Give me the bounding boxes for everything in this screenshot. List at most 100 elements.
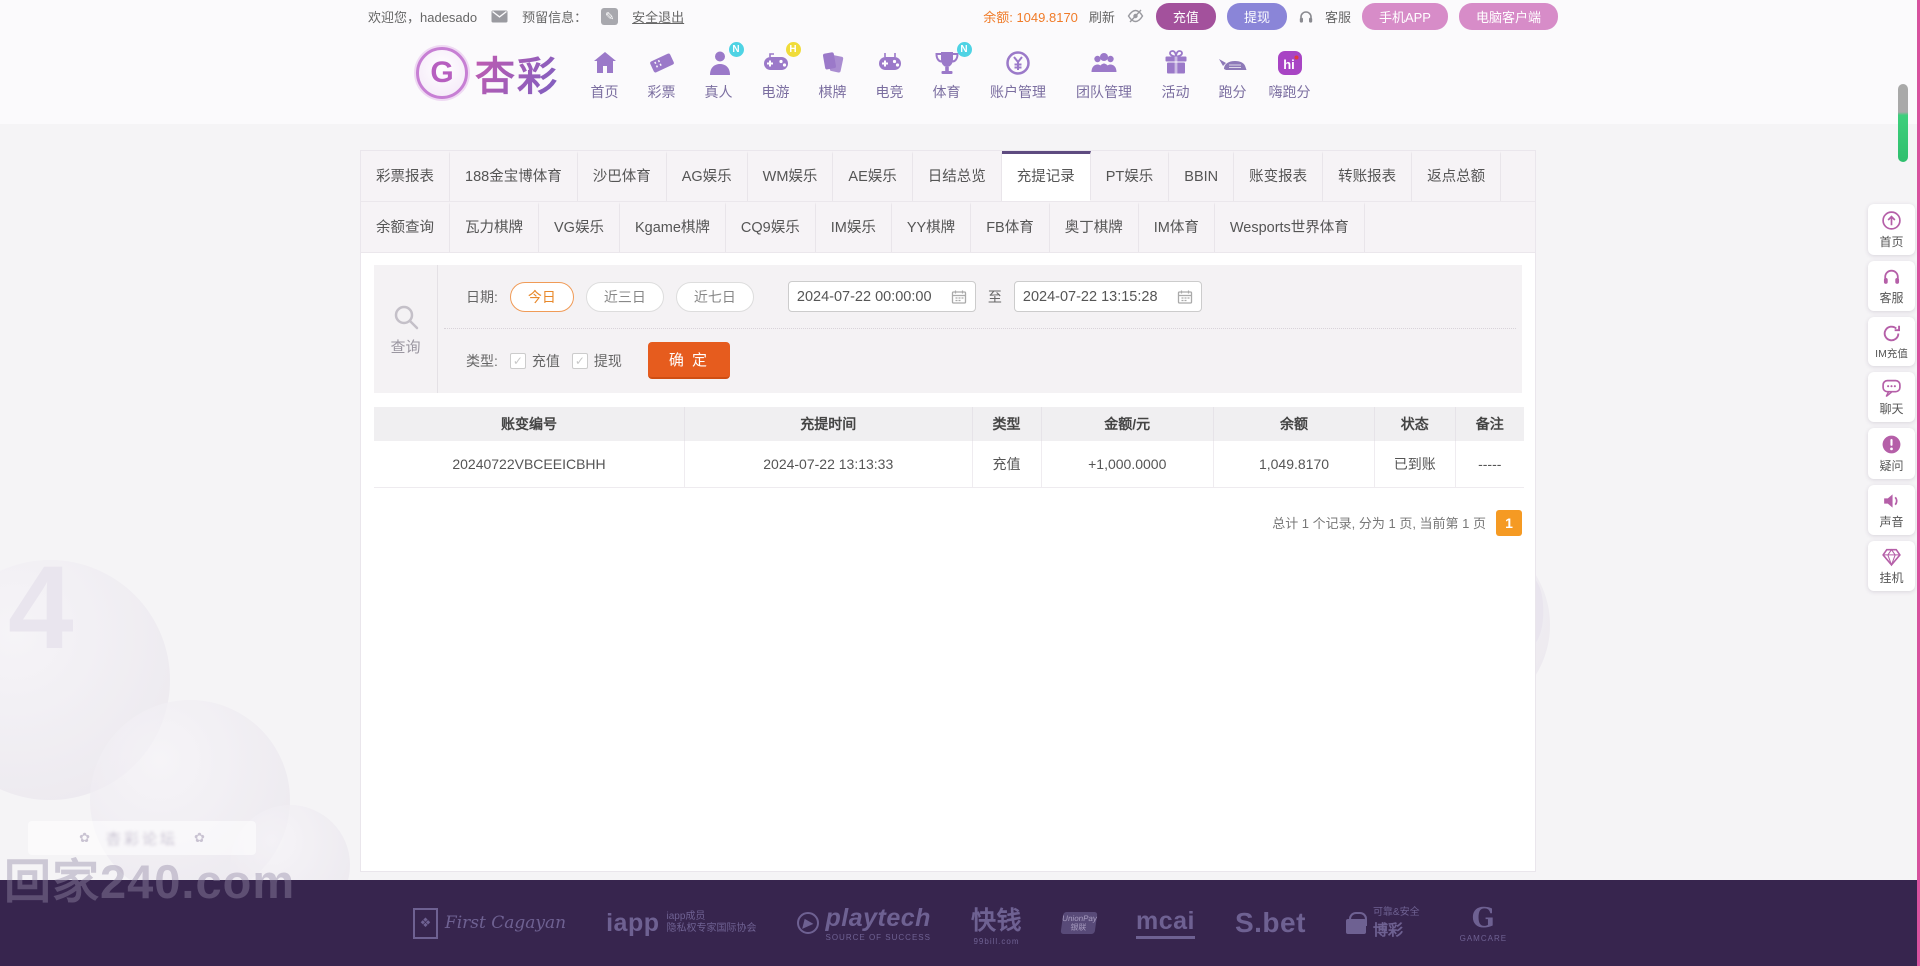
date-to-input[interactable]: 2024-07-22 13:15:28 [1013,281,1202,312]
tab-im-games[interactable]: IM娱乐 [816,202,892,252]
nav-sports[interactable]: N 体育 [918,42,975,102]
decor-digit: 4 [8,542,74,674]
logo-gamcare: G GAMCARE [1460,903,1507,943]
edit-icon[interactable]: ✎ [601,7,619,25]
type-withdraw-checkbox[interactable]: ✓ 提现 [571,351,622,371]
tab-deposit-withdraw-records[interactable]: 充提记录 [1001,151,1091,201]
float-question[interactable]: 疑问 [1868,428,1915,479]
nav-live[interactable]: N 真人 [690,42,747,102]
type-row: 类型: ✓ 充值 ✓ 提现 确 定 [438,329,1522,392]
nav-label: 跑分 [1218,84,1247,100]
range-7days-button[interactable]: 近七日 [675,281,754,312]
col-account-change-id: 账变编号 [374,407,685,441]
tabs-filler [1501,151,1535,201]
nav-esports[interactable]: 电竞 [861,46,918,102]
float-label: 客服 [1879,291,1904,305]
eye-slash-icon[interactable] [1126,8,1145,24]
tab-188-sport[interactable]: 188金宝博体育 [450,151,578,201]
tab-kgame[interactable]: Kgame棋牌 [620,202,726,252]
float-sound[interactable]: 声音 [1868,485,1915,535]
float-hangup[interactable]: 挂机 [1868,541,1915,591]
withdraw-button[interactable]: 提现 [1226,2,1287,30]
hot-badge: H [785,42,801,57]
range-today-button[interactable]: 今日 [509,281,574,312]
tab-fb-sport[interactable]: FB体育 [971,202,1050,252]
chat-bubble-icon [1881,378,1902,398]
tab-balance-query[interactable]: 余额查询 [361,202,450,252]
logo-sub: 可靠&安全 [1372,906,1420,918]
tab-lottery-report[interactable]: 彩票报表 [361,151,450,201]
tab-wm[interactable]: WM娱乐 [748,151,834,201]
date-row: 日期: 今日 近三日 近七日 2024-07-22 00:00:00 至 202… [438,265,1522,328]
welcome-text: 欢迎您，hadesado [368,9,478,25]
float-home[interactable]: 首页 [1868,204,1915,255]
page-1-button[interactable]: 1 [1496,509,1522,536]
brand-emblem-icon: G [416,47,468,99]
cell-amount: +1,000.0000 [1041,441,1214,488]
search-form: 日期: 今日 近三日 近七日 2024-07-22 00:00:00 至 202… [438,265,1522,393]
balance-display: 余额: 1049.8170 [983,7,1078,26]
tab-transfer-report[interactable]: 转账报表 [1323,151,1413,201]
nav-promos[interactable]: 活动 [1147,46,1204,102]
float-label: 聊天 [1879,402,1904,416]
float-label: IM充值 [1875,348,1908,360]
gamepad-icon: H [761,42,801,78]
tab-ag[interactable]: AG娱乐 [667,151,748,201]
nav-account[interactable]: 账户管理 [975,46,1061,102]
nav-chess[interactable]: 棋牌 [804,46,861,102]
pc-client-button[interactable]: 电脑客户端 [1458,2,1558,30]
service-link[interactable]: 客服 [1325,7,1351,26]
tab-wesports[interactable]: Wesports世界体育 [1215,202,1365,252]
tab-cq9[interactable]: CQ9娱乐 [726,202,816,252]
tab-yy-chess[interactable]: YY棋牌 [892,202,972,252]
nav-paofen[interactable]: 跑分 [1204,46,1261,102]
nav-home[interactable]: 首页 [576,46,633,102]
tab-bbin[interactable]: BBIN [1169,151,1235,201]
logo-text: playtech [825,904,931,932]
logo-mcai: mcai [1135,907,1195,939]
float-chat[interactable]: 聊天 [1868,372,1915,422]
tab-ae[interactable]: AE娱乐 [833,151,913,201]
tabs-filler [1365,202,1535,252]
tab-rebate-total[interactable]: 返点总额 [1412,151,1502,201]
type-recharge-checkbox[interactable]: ✓ 充值 [509,351,560,371]
nav-egames[interactable]: H 电游 [747,42,804,102]
logo-text: 博彩 [1372,921,1403,939]
tab-wali-chess[interactable]: 瓦力棋牌 [450,202,539,252]
float-service[interactable]: 客服 [1868,261,1915,311]
brand-name: 杏彩 [475,44,559,102]
nav-label: 电游 [761,84,790,100]
tab-im-sport[interactable]: IM体育 [1139,202,1215,252]
tab-vg[interactable]: VG娱乐 [539,202,620,252]
logo-text: 快钱 [970,906,1022,935]
topbar-user-area: 欢迎您，hadesado 预留信息： ✎ 安全退出 [368,0,684,32]
to-label: 至 [987,288,1002,305]
date-from-input[interactable]: 2024-07-22 00:00:00 [787,281,976,312]
logout-link[interactable]: 安全退出 [632,7,684,26]
logo-sub: iapp成员 [666,911,706,922]
tab-daily-summary[interactable]: 日结总览 [913,151,1002,201]
search-panel: 查询 日期: 今日 近三日 近七日 2024-07-22 00:00:00 至 … [374,265,1522,393]
float-im-recharge[interactable]: IM充值 [1868,317,1915,366]
records-table: 账变编号 充提时间 类型 金额/元 余额 状态 备注 20240722VBCEE… [374,407,1524,488]
nav-hi-paofen[interactable]: hi 嗨跑分 [1261,46,1318,102]
confirm-button[interactable]: 确 定 [647,342,731,379]
tab-pt[interactable]: PT娱乐 [1091,151,1170,201]
logo-99bill: 快钱 99bill.com [971,901,1022,946]
mail-icon[interactable] [491,10,508,23]
logo-sub: SOURCE OF SUCCESS [825,933,931,942]
logo-unionpay: UnionPay 银联 [1060,912,1098,934]
tab-shaba-sport[interactable]: 沙巴体育 [578,151,667,201]
deposit-button[interactable]: 充值 [1155,2,1216,30]
brand-logo[interactable]: G 杏彩 [416,44,559,102]
tab-account-change-report[interactable]: 账变报表 [1234,151,1324,201]
refresh-button[interactable]: 刷新 [1089,7,1115,26]
nav-lottery[interactable]: 彩票 [633,46,690,102]
scrollbar-thumb[interactable] [1898,84,1908,162]
nav-team[interactable]: 团队管理 [1061,46,1147,102]
mobile-app-button[interactable]: 手机APP [1361,2,1448,30]
range-3days-button[interactable]: 近三日 [585,281,664,312]
nav-label: 活动 [1161,84,1190,100]
tab-aoding-chess[interactable]: 奥丁棋牌 [1050,202,1139,252]
cell-id: 20240722VBCEEICBHH [374,441,685,488]
